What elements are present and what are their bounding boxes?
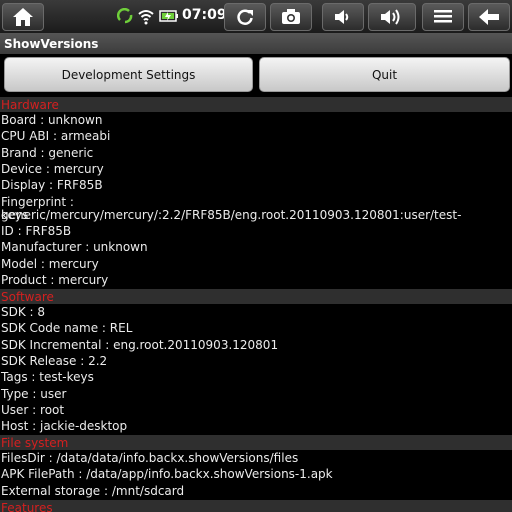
section-header-software: Software [0, 289, 512, 304]
list-item-host: Host : jackie-desktop [1, 419, 128, 433]
development-settings-button[interactable]: Development Settings [4, 57, 253, 92]
button-row: Development Settings Quit [0, 54, 512, 96]
menu-button[interactable] [422, 3, 464, 31]
volume-down-icon [335, 10, 349, 24]
info-list[interactable]: Hardware Board : unknown CPU ABI : armea… [0, 96, 512, 512]
list-item-manufacturer: Manufacturer : unknown [1, 240, 148, 254]
volume-down-button[interactable] [322, 3, 364, 31]
list-item-cpu-abi: CPU ABI : armeabi [1, 129, 111, 143]
section-title: Features [1, 501, 53, 512]
list-item-brand: Brand : generic [1, 146, 94, 160]
sync-icon [117, 8, 133, 24]
list-item-board: Board : unknown [1, 113, 103, 127]
camera-button[interactable] [270, 3, 312, 31]
section-header-hardware: Hardware [0, 97, 512, 112]
section-header-features: Features [0, 500, 512, 512]
refresh-button[interactable] [224, 3, 266, 31]
back-button[interactable] [468, 3, 510, 31]
list-item-user: User : root [1, 403, 65, 417]
section-title: Software [1, 290, 54, 304]
back-icon [479, 9, 499, 25]
list-item-tags: Tags : test-keys [1, 370, 94, 384]
list-item-id: ID : FRF85B [1, 224, 72, 238]
home-icon [13, 8, 33, 26]
section-header-file-system: File system [0, 435, 512, 450]
list-item-files-dir: FilesDir : /data/data/info.backx.showVer… [1, 451, 299, 465]
list-item-sdk-codename: SDK Code name : REL [1, 321, 133, 335]
app-title-bar: ShowVersions [0, 34, 512, 54]
list-item-apk-filepath: APK FilePath : /data/app/info.backx.show… [1, 467, 333, 481]
app-title: ShowVersions [4, 37, 99, 51]
home-button[interactable] [2, 3, 44, 31]
list-item-sdk: SDK : 8 [1, 305, 46, 319]
menu-icon [434, 10, 452, 23]
list-item-display: Display : FRF85B [1, 178, 103, 192]
list-item-fingerprint-cont: keys [1, 208, 29, 222]
quit-button[interactable]: Quit [259, 57, 510, 92]
clock: 07:09 [182, 7, 227, 23]
section-title: Hardware [1, 98, 59, 112]
list-item-external-storage: External storage : /mnt/sdcard [1, 484, 185, 498]
camera-icon [282, 9, 300, 24]
wifi-icon [138, 10, 154, 25]
volume-up-button[interactable] [368, 3, 416, 31]
battery-icon [159, 10, 178, 22]
list-item-device: Device : mercury [1, 162, 104, 176]
list-item-model: Model : mercury [1, 257, 99, 271]
volume-up-icon [381, 9, 400, 25]
list-item-sdk-release: SDK Release : 2.2 [1, 354, 108, 368]
list-item-product: Product : mercury [1, 273, 109, 287]
section-title: File system [1, 436, 69, 450]
list-item-sdk-incremental: SDK Incremental : eng.root.20110903.1208… [1, 338, 279, 352]
system-bar: 07:09 [0, 0, 512, 34]
list-item-type: Type : user [1, 387, 67, 401]
refresh-icon [237, 9, 253, 25]
